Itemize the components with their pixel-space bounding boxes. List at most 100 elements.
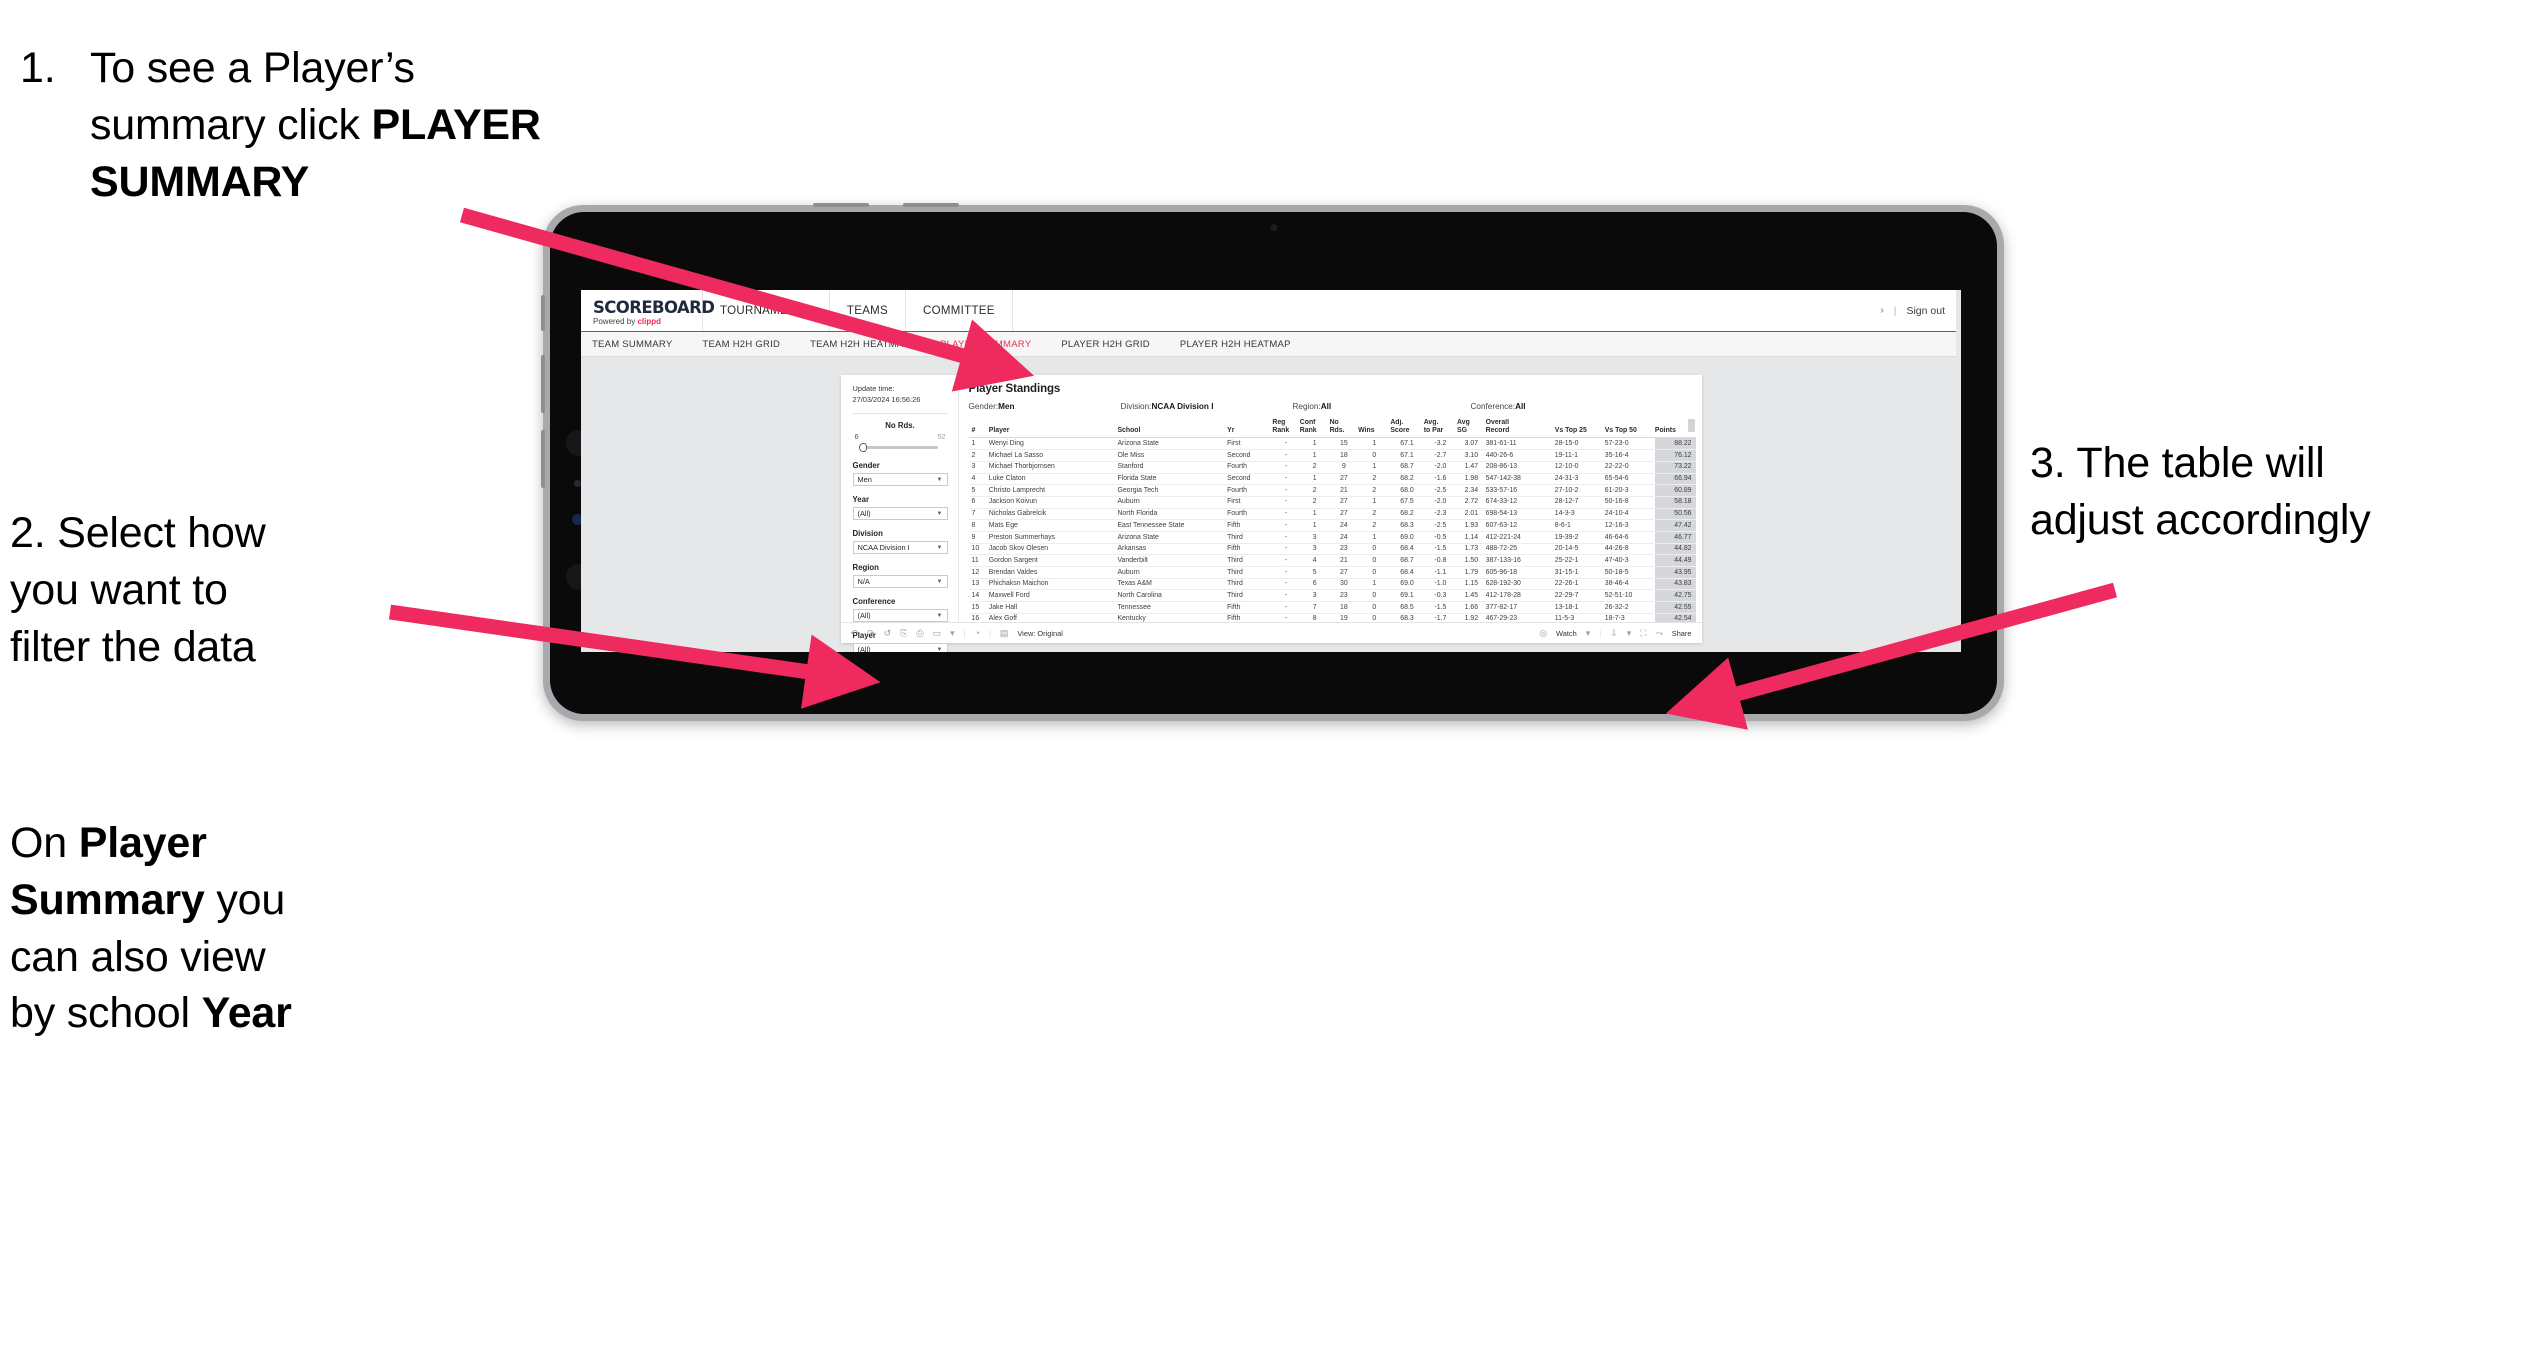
sign-out-link[interactable]: Sign out (1906, 305, 1945, 317)
nav-divider: | (1893, 304, 1897, 317)
cell-yr: Fifth (1227, 519, 1273, 532)
tab-player-h2h-grid[interactable]: PLAYER H2H GRID (1061, 339, 1166, 350)
share-icon[interactable]: ⤳ (1656, 628, 1663, 638)
cell-avg-to-par: -1.7 (1423, 613, 1458, 622)
col-avg-to-par[interactable]: Avg. to Par (1423, 419, 1458, 439)
slider-handle[interactable] (858, 442, 867, 452)
cell-conf-rank: 1 (1299, 437, 1330, 451)
tab-team-h2h-heatmap[interactable]: TEAM H2H HEATMAP (810, 339, 926, 350)
table-row[interactable]: 5 Christo Lamprecht Georgia Tech Fourth -2 21… (968, 484, 1696, 497)
cell-player: Gordon Sargent (988, 554, 1118, 568)
cell-avg-sg: 2.34 (1457, 484, 1486, 497)
table-row[interactable]: 11 Gordon Sargent Vanderbilt Third -4 21 0 68.7… (968, 554, 1696, 568)
filter-player-select[interactable]: (All) ▼ (852, 643, 948, 652)
table-row[interactable]: 7 Nicholas Gabrelcik North Florida Fourth -1… (968, 508, 1696, 521)
fullscreen-icon[interactable]: ⛶ (1640, 628, 1646, 638)
redo-icon[interactable]: ↷ (867, 628, 875, 638)
col-vs-top-50[interactable]: Vs Top 50 (1604, 419, 1655, 439)
undo-icon[interactable]: ↶ (851, 628, 859, 638)
col-rank[interactable]: # (968, 419, 989, 439)
col-no-rds[interactable]: No Rds. (1329, 419, 1359, 439)
table-row[interactable]: 15 Jake Hall Tennessee Fifth -7 18 0 68.5 -1.5 1.… (968, 601, 1696, 614)
col-avg-sg[interactable]: Avg SG (1457, 419, 1486, 439)
tab-team-h2h-grid[interactable]: TEAM H2H GRID (702, 339, 796, 350)
cell-wins: 1 (1358, 496, 1391, 509)
table-row[interactable]: 1 Wenyi Ding Arizona State First -1 15 1 67.1 -3… (968, 437, 1696, 451)
col-conf-rank[interactable]: Conf Rank (1299, 419, 1330, 439)
update-time-value: 27/03/2024 16:56:26 (852, 394, 921, 404)
cell-overall-record: 607-63-12 (1485, 519, 1555, 532)
cell-vs-top-50: 44-26-8 (1604, 543, 1655, 556)
table-row[interactable]: 13 Phichaksn Maichon Texas A&M Third -6 30 1 69… (968, 578, 1696, 591)
cell-player: Jake Hall (988, 601, 1118, 614)
cell-reg-rank: - (1272, 578, 1300, 591)
col-player[interactable]: Player (988, 419, 1118, 439)
col-school[interactable]: School (1117, 419, 1228, 439)
device-size-icon[interactable]: ▭ (933, 628, 942, 638)
cell-yr: Fifth (1227, 543, 1273, 556)
download-icon[interactable]: ⇩ (1610, 628, 1618, 638)
brand-tagline: Powered by clippd (593, 317, 662, 327)
cell-no-rds: 21 (1329, 554, 1359, 568)
tab-team-summary[interactable]: TEAM SUMMARY (592, 339, 688, 350)
revert-icon[interactable]: ↺ (884, 628, 892, 638)
col-adj-score[interactable]: Adj. Score (1390, 419, 1424, 439)
pause-icon[interactable]: ⎙ (916, 628, 923, 638)
filter-panel: Update time: 27/03/2024 16:56:26 No Rds.… (841, 375, 959, 652)
cell-no-rds: 15 (1329, 437, 1359, 451)
col-vs-top-25[interactable]: Vs Top 25 (1554, 419, 1605, 439)
annotation-3-line1: 3. The table will (2030, 439, 2325, 487)
table-row[interactable]: 2 Michael La Sasso Ole Miss Second -1 18 0 67.1… (968, 449, 1696, 462)
table-row[interactable]: 10 Jacob Skov Olesen Arkansas Fifth -3 23 0 68.… (968, 543, 1696, 556)
filter-gender-select[interactable]: Men ▼ (852, 473, 948, 487)
cell-avg-sg: 1.45 (1457, 589, 1486, 603)
table-row[interactable]: 14 Maxwell Ford North Carolina Third -3 23 0 69… (968, 589, 1696, 603)
cell-overall-record: 628-192-30 (1485, 578, 1555, 591)
cell-points: 43.83 (1654, 578, 1696, 591)
nav-tournaments[interactable]: TOURNAMENTS (703, 290, 830, 331)
share-label[interactable]: Share (1672, 629, 1692, 638)
table-row[interactable]: 9 Preston Summerhays Arizona State Third -3 2… (968, 531, 1696, 544)
chevron-right-icon[interactable]: › (1880, 305, 1883, 316)
filter-region-select[interactable]: N/A ▼ (852, 575, 948, 589)
col-wins[interactable]: Wins (1358, 419, 1391, 439)
cell-player: Mats Ege (988, 519, 1118, 532)
no-rds-max: 52 (937, 432, 946, 442)
no-rds-slider[interactable] (853, 442, 948, 452)
watch-label[interactable]: Watch (1556, 629, 1577, 638)
table-row[interactable]: 16 Alex Goff Kentucky Fifth -8 19 0 68.3 -1.7 1.9… (968, 613, 1696, 622)
cell-no-rds: 24 (1329, 519, 1359, 532)
table-row[interactable]: 6 Jackson Koivun Auburn First -2 27 1 67.5 -2.0 2… (968, 496, 1696, 509)
tab-player-h2h-heatmap[interactable]: PLAYER H2H HEATMAP (1180, 339, 1307, 350)
scoreboard-logo[interactable]: SCOREBOARD Powered by clippd (581, 290, 715, 331)
nav-teams[interactable]: TEAMS (830, 290, 907, 331)
col-yr[interactable]: Yr (1227, 419, 1273, 439)
clock-icon[interactable]: ◔ (975, 628, 980, 638)
cell-vs-top-50: 38-46-4 (1604, 578, 1655, 591)
filter-year-select[interactable]: (All) ▼ (852, 507, 948, 521)
download-caret-icon[interactable]: ▾ (1627, 628, 1632, 638)
table-row[interactable]: 3 Michael Thorbjornsen Stanford Fourth -2 9 1 6… (968, 461, 1696, 474)
viz-bottom-toolbar: ↶ ↷ ↺ ⎘ ⎙ ▭ ▾ | ◔ | ▤ View: Original ◎ W… (840, 622, 1702, 643)
cell-points: 76.12 (1654, 449, 1696, 462)
watch-caret-icon[interactable]: ▾ (1586, 628, 1591, 638)
view-original-label[interactable]: View: Original (1017, 629, 1062, 638)
player-standings-table: # Player School Yr Reg Rank Conf Rank No Rd… (968, 419, 1696, 622)
cell-adj-score: 68.3 (1390, 613, 1424, 622)
tablet-volume-down-button (541, 430, 545, 488)
device-size-caret[interactable]: ▾ (950, 628, 955, 638)
table-row[interactable]: 12 Brendan Valdes Auburn Third -5 27 0 68.4 -1.1… (968, 566, 1696, 579)
tab-player-summary[interactable]: PLAYER SUMMARY (940, 339, 1047, 350)
col-reg-rank[interactable]: Reg Rank (1272, 419, 1300, 439)
col-overall-rec[interactable]: Overall Record (1485, 419, 1555, 439)
refresh-icon[interactable]: ⎘ (900, 628, 907, 638)
table-row[interactable]: 4 Luke Claton Florida State Second -1 27 2 68.2… (968, 473, 1696, 486)
filter-conference-select[interactable]: (All) ▼ (852, 609, 948, 623)
cell-rank: 1 (968, 437, 989, 451)
table-row[interactable]: 8 Mats Ege East Tennessee State Fifth -1 24 2 6… (968, 519, 1696, 532)
table-scrollbar[interactable] (1687, 419, 1695, 432)
filter-division-select[interactable]: NCAA Division I ▼ (852, 541, 948, 555)
nav-committee[interactable]: COMMITTEE (906, 290, 1013, 331)
cell-overall-record: 377-82-17 (1485, 601, 1555, 614)
cell-avg-sg: 1.14 (1457, 531, 1486, 544)
